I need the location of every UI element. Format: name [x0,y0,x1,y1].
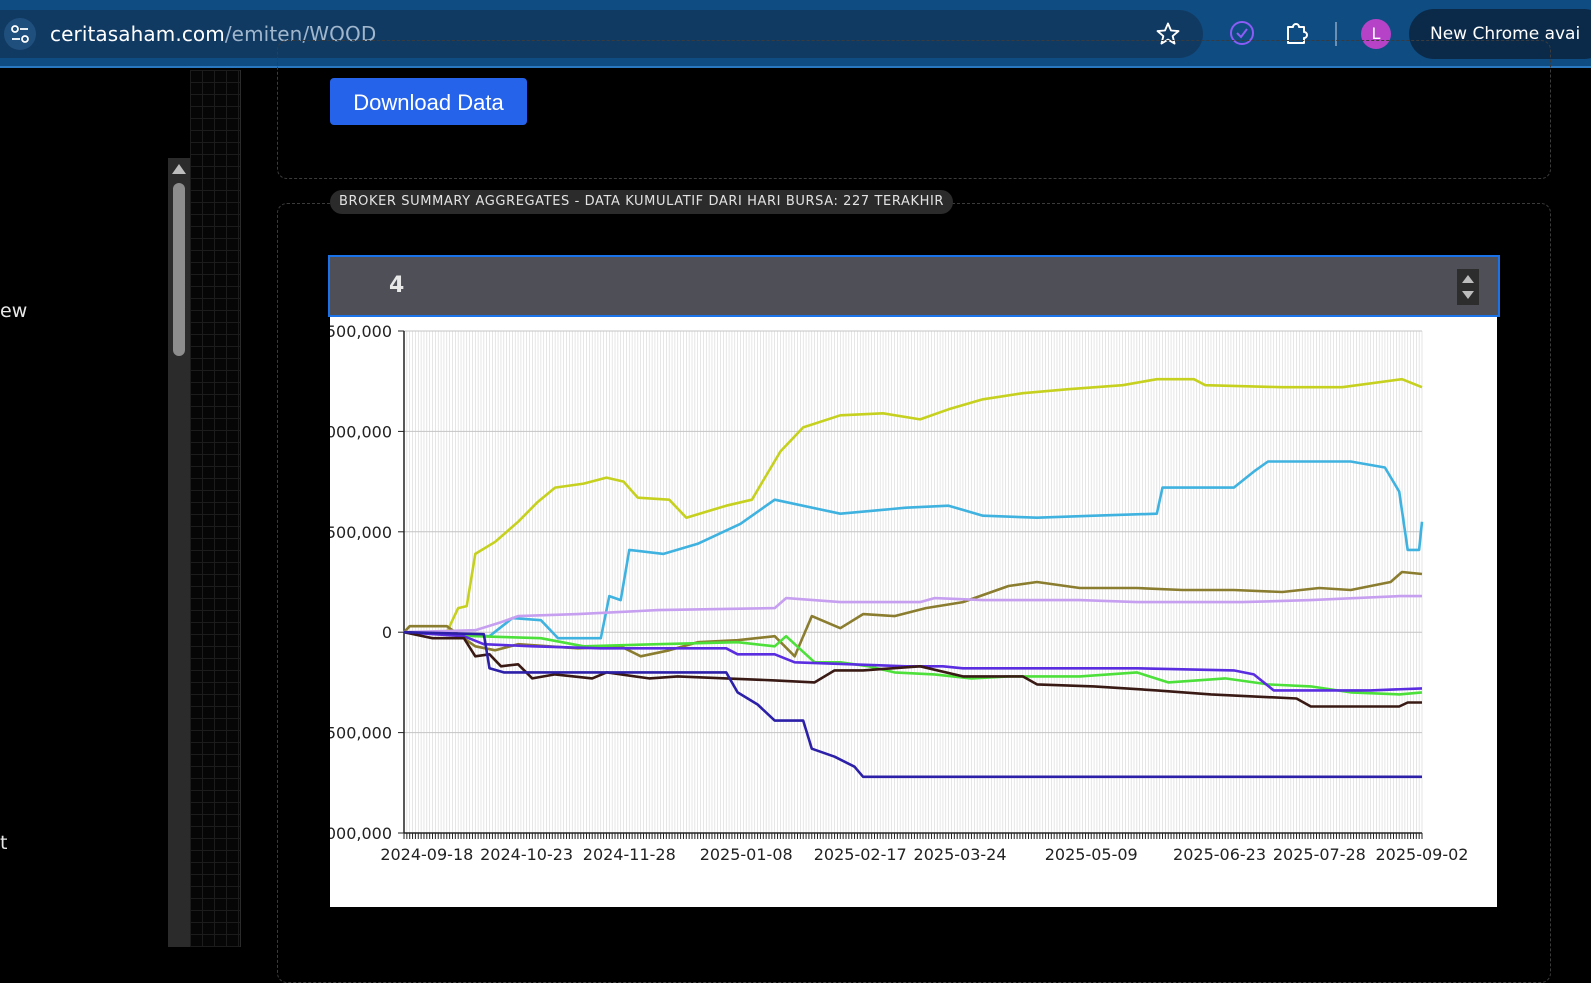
x-tick-label: 2024-09-18 [380,845,473,864]
y-tick-label: 500,000 [330,322,392,341]
x-tick-label: 2025-03-24 [914,845,1007,864]
series-line-8 [403,630,1422,779]
y-tick-label: 000,000 [330,422,392,441]
x-tick-label: 2025-01-08 [700,845,793,864]
series-line-5 [403,630,1423,696]
y-tick-label: 500,000 [330,523,392,542]
chart-svg: 000,000 500,000 0 500,000 000,000 500,000 2024… [330,322,1469,864]
broker-cumulative-chart: 000,000 500,000 0 500,000 000,000 500,000 2024… [330,317,1497,907]
sidebar-item-partial[interactable]: t [0,832,7,854]
scrollbar-thumb[interactable] [173,183,185,356]
series-line-4 [403,594,1422,634]
broker-summary-title: BROKER SUMMARY AGGREGATES - DATA KUMULAT… [330,190,954,214]
series-line-7 [403,630,1422,708]
spin-down-arrow-icon[interactable] [1462,291,1474,299]
site-info-icon[interactable] [4,18,36,50]
y-tick-label: 000,000 [330,824,392,843]
download-data-button[interactable]: Download Data [330,78,527,125]
x-tick-label: 2025-06-23 [1173,845,1266,864]
x-tick-label: 2025-07-28 [1273,845,1366,864]
spin-up-arrow-icon[interactable] [1462,275,1474,283]
x-tick-label: 2025-05-09 [1045,845,1138,864]
y-tick-label: 0 [382,623,392,642]
top-n-value: 4 [389,273,405,298]
url-host: ceritasaham.com [50,22,225,46]
decorative-grid [190,70,241,947]
series-line-1 [404,377,1423,634]
x-tick-label: 2024-10-23 [480,845,573,864]
y-tick-label: 500,000 [330,724,392,743]
x-tick-label: 2025-02-17 [814,845,907,864]
scroll-up-arrow-icon[interactable] [172,164,186,174]
x-tick-label: 2024-11-28 [583,845,676,864]
top-n-number-input[interactable]: 4 [328,255,1500,317]
number-spinner[interactable] [1457,269,1479,305]
sidebar-item-partial[interactable]: ew [0,300,27,322]
x-tick-label: 2025-09-02 [1376,845,1469,864]
